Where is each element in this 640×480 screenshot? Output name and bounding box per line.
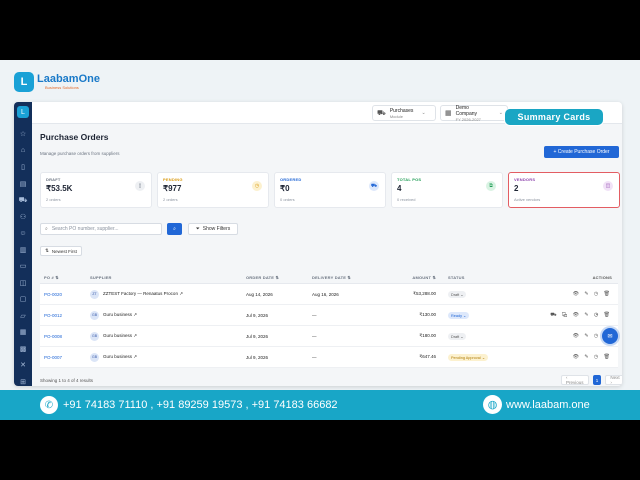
po-number-link[interactable]: PO-0020 xyxy=(40,292,90,297)
phone-icon: ✆ xyxy=(40,396,58,414)
clock-icon: ◷ xyxy=(252,181,262,191)
supplier-link[interactable]: Guru business ↗ xyxy=(103,354,137,360)
row-actions[interactable]: ⛟ ⧉ 👁 ✎ ◷ 🗑 xyxy=(538,312,618,319)
grid-icon[interactable]: ⊞ xyxy=(14,374,32,387)
page-subtitle: Manage purchase orders from suppliers xyxy=(40,151,120,156)
create-purchase-order-button[interactable]: + Create Purchase Order xyxy=(544,146,619,158)
box-icon[interactable]: ◫ xyxy=(14,275,32,292)
column-actions: ACTIONS xyxy=(592,275,612,280)
document-icon: ▯ xyxy=(135,181,145,191)
app-window: L ☆ ⌂ ▯ ▤ ⛟ ⚇ ☺ ▥ ▭ ◫ ▢ ▱ ▦ ▩ ✕ ⊞ ◉ ⛟ Pu… xyxy=(14,102,622,386)
summary-card-total-pos[interactable]: TOTAL POS 4 0 received ⧉ xyxy=(391,172,503,208)
avatar: GB xyxy=(90,331,99,341)
folder-icon[interactable]: ▱ xyxy=(14,308,32,325)
po-number-link[interactable]: PO-0008 xyxy=(40,334,90,339)
home-icon[interactable]: ⌂ xyxy=(14,143,32,160)
search-button[interactable]: ⌕ xyxy=(167,223,182,235)
contact-banner: ✆ +91 74183 71110 , +91 89259 19573 , +9… xyxy=(0,390,640,420)
po-number-link[interactable]: PO-0007 xyxy=(40,355,90,360)
status-badge[interactable]: Draft ⌄ xyxy=(448,332,467,340)
website-link[interactable]: www.laabam.one xyxy=(506,399,590,411)
table-header: PO # ⇅ SUPPLIER ORDER DATE ⇅ DELIVERY DA… xyxy=(40,272,618,284)
cart-icon[interactable]: ⛟ xyxy=(14,192,32,209)
sidebar: L ☆ ⌂ ▯ ▤ ⛟ ⚇ ☺ ▥ ▭ ◫ ▢ ▱ ▦ ▩ ✕ ⊞ ◉ xyxy=(14,102,32,386)
status-badge[interactable]: Pending Approval ⌄ xyxy=(448,353,489,361)
previous-page-button[interactable]: ‹ Previous xyxy=(561,375,589,385)
receipt-icon[interactable]: ▥ xyxy=(14,242,32,259)
avatar: GB xyxy=(90,352,99,362)
table-row[interactable]: PO-0007 GB Guru business ↗ Jul 9, 2026 — … xyxy=(40,347,618,368)
star-icon[interactable]: ☆ xyxy=(14,126,32,143)
show-filters-button[interactable]: ⏷ Show Filters xyxy=(188,223,238,235)
building-icon[interactable]: ▩ xyxy=(14,341,32,358)
box-icon: ◫ xyxy=(603,181,613,191)
summary-card-draft[interactable]: DRAFT ₹53.5K 2 orders ▯ xyxy=(40,172,152,208)
supplier-link[interactable]: Guru business ↗ xyxy=(103,333,137,339)
brand: L LaabamOne Business Solutions xyxy=(14,72,100,92)
avatar: GB xyxy=(90,310,99,320)
column-supplier: SUPPLIER xyxy=(90,275,112,280)
row-actions[interactable]: 👁 ✎ ◷ 🗑 xyxy=(538,291,618,297)
wallet-icon[interactable]: ▭ xyxy=(14,258,32,275)
brand-name: LaabamOne xyxy=(37,73,100,85)
supplier-link[interactable]: ZZTEST Factory — Renaatus Procon ↗ xyxy=(103,291,183,297)
status-badge[interactable]: Ready ⌄ xyxy=(448,311,470,319)
chart-icon[interactable]: ▦ xyxy=(14,324,32,341)
page-1-button[interactable]: 1 xyxy=(592,375,602,385)
letterbox-top xyxy=(0,0,640,60)
brand-logo-icon: L xyxy=(14,72,34,92)
brand-tagline: Business Solutions xyxy=(45,85,79,90)
users-icon[interactable]: ⚇ xyxy=(14,209,32,226)
document-icon[interactable]: ▯ xyxy=(14,159,32,176)
summary-card-vendors[interactable]: VENDORS 2 Active vendors ◫ xyxy=(508,172,620,208)
main-content: Purchase Orders Manage purchase orders f… xyxy=(32,124,622,386)
module-selector[interactable]: ⛟ Purchases Module ⌄ xyxy=(372,105,436,121)
supplier-link[interactable]: Guru business ↗ xyxy=(103,312,137,318)
file-icon[interactable]: ▤ xyxy=(14,176,32,193)
truck-icon: ⛟ xyxy=(369,181,379,191)
search-input[interactable]: ⌕ Search PO number, supplier... xyxy=(40,223,162,235)
column-order-date[interactable]: ORDER DATE ⇅ xyxy=(246,275,312,280)
po-number-link[interactable]: PO-0012 xyxy=(40,313,90,318)
search-icon: ⌕ xyxy=(45,226,48,232)
purchase-orders-table: PO # ⇅ SUPPLIER ORDER DATE ⇅ DELIVERY DA… xyxy=(40,272,618,368)
chevron-down-icon: ⌄ xyxy=(421,110,426,116)
letterbox-bottom xyxy=(0,420,640,480)
phone-numbers: +91 74183 71110 , +91 89259 19573 , +91 … xyxy=(63,399,338,411)
sort-dropdown[interactable]: ⇅ Newest First xyxy=(40,246,82,256)
copy-icon: ⧉ xyxy=(486,181,496,191)
column-amount[interactable]: AMOUNT ⇅ xyxy=(378,275,448,280)
summary-cards-callout: Summary Cards xyxy=(504,108,604,126)
monitor-icon[interactable]: ▢ xyxy=(14,291,32,308)
chat-icon[interactable]: ✉ xyxy=(602,328,618,344)
pagination: ‹ Previous 1 Next › xyxy=(557,375,622,385)
avatar: ZT xyxy=(90,289,99,299)
filter-icon: ⏷ xyxy=(195,226,200,232)
page-title: Purchase Orders xyxy=(40,132,109,142)
column-po[interactable]: PO # ⇅ xyxy=(40,275,90,280)
status-badge[interactable]: Draft ⌄ xyxy=(448,290,467,298)
table-row[interactable]: PO-0012 GB Guru business ↗ Jul 9, 2026 — … xyxy=(40,305,618,326)
table-row[interactable]: PO-0008 GB Guru business ↗ Jul 9, 2026 — … xyxy=(40,326,618,347)
row-actions[interactable]: 👁 ✎ ◷ 🗑 xyxy=(538,354,618,360)
building-icon: ▦ xyxy=(445,110,452,117)
chevron-down-icon: ⌄ xyxy=(498,110,503,116)
globe-icon: ◍ xyxy=(483,395,502,414)
cart-icon: ⛟ xyxy=(377,109,386,117)
user-icon[interactable]: ☺ xyxy=(14,225,32,242)
table-row[interactable]: PO-0020 ZT ZZTEST Factory — Renaatus Proc… xyxy=(40,284,618,305)
company-selector[interactable]: ▦ Demo Company FY 2026-2027 ⌄ xyxy=(440,105,508,122)
column-status: STATUS xyxy=(448,275,465,280)
search-icon: ⌕ xyxy=(173,226,176,232)
column-delivery-date[interactable]: DELIVERY DATE ⇅ xyxy=(312,275,378,280)
results-count: Showing 1 to 4 of 4 results xyxy=(40,378,94,383)
summary-card-ordered[interactable]: ORDERED ₹0 0 orders ⛟ xyxy=(274,172,386,208)
summary-card-pending[interactable]: PENDING ₹977 2 orders ◷ xyxy=(157,172,269,208)
video-frame: L LaabamOne Business Solutions L ☆ ⌂ ▯ ▤… xyxy=(0,60,640,420)
sidebar-logo-icon[interactable]: L xyxy=(17,106,29,118)
sort-icon: ⇅ xyxy=(45,248,49,253)
tools-icon[interactable]: ✕ xyxy=(14,357,32,374)
next-page-button[interactable]: Next › xyxy=(605,375,622,385)
